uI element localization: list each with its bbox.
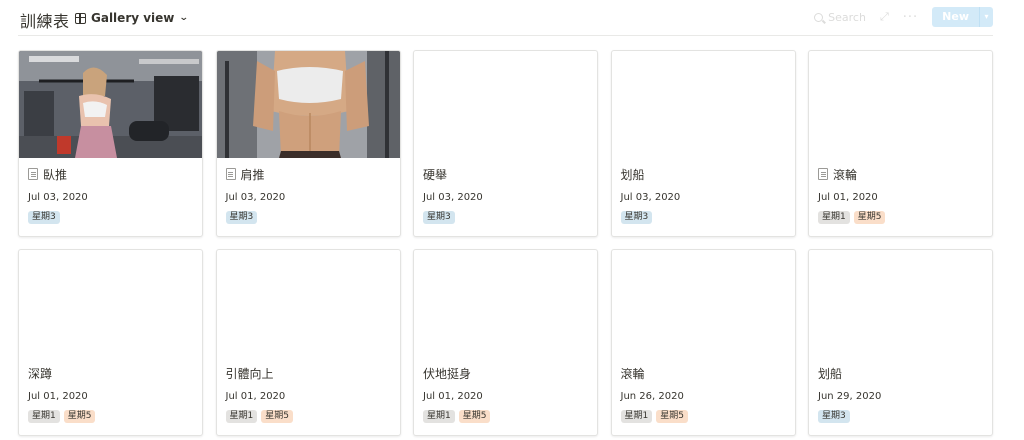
card-date: Jul 03, 2020 bbox=[28, 192, 88, 203]
gallery-card[interactable]: 深蹲 Jul 01, 2020 星期1 星期5 bbox=[18, 249, 203, 436]
card-title: 臥推 bbox=[28, 165, 67, 183]
card-title: 深蹲 bbox=[28, 364, 52, 382]
card-date: Jul 03, 2020 bbox=[225, 192, 286, 203]
database-title[interactable]: 訓練表 bbox=[20, 8, 70, 32]
card-cover-image bbox=[19, 51, 202, 158]
card-title: 划船 bbox=[621, 165, 645, 183]
database-header: 訓練表 Gallery view ⌄ Search ⤢ ··· New ▾ bbox=[18, 0, 993, 36]
card-title: 伏地挺身 bbox=[423, 364, 471, 382]
card-date: Jul 01, 2020 bbox=[28, 391, 88, 402]
card-tags: 星期1 星期5 bbox=[225, 410, 293, 423]
new-button-label[interactable]: New bbox=[932, 7, 979, 27]
tag-badge: 星期5 bbox=[656, 410, 688, 423]
gallery-card[interactable]: 引體向上 Jul 01, 2020 星期1 星期5 bbox=[215, 249, 401, 436]
toolbar: Search ⤢ ··· New ▾ bbox=[814, 7, 993, 27]
tag-badge: 星期5 bbox=[853, 211, 886, 224]
tag-badge: 星期1 bbox=[423, 410, 455, 423]
card-title-text: 滾輪 bbox=[620, 366, 645, 381]
gallery-icon bbox=[75, 12, 86, 24]
chevron-down-icon: ⌄ bbox=[179, 13, 190, 23]
card-title: 滾輪 bbox=[818, 165, 857, 183]
card-title-text: 引體向上 bbox=[225, 366, 274, 381]
card-tags: 星期1 星期5 bbox=[423, 410, 491, 423]
page-icon bbox=[28, 168, 38, 180]
tag-badge: 星期5 bbox=[261, 410, 293, 423]
tag-badge: 星期1 bbox=[818, 211, 850, 224]
card-date: Jul 01, 2020 bbox=[818, 192, 878, 203]
gallery-card[interactable]: 划船 Jun 29, 2020 星期3 bbox=[808, 249, 993, 436]
page-icon bbox=[225, 168, 236, 180]
card-title-text: 深蹲 bbox=[28, 366, 53, 381]
card-title: 滾輪 bbox=[621, 364, 645, 382]
card-cover-image bbox=[216, 51, 400, 158]
card-date: Jul 01, 2020 bbox=[423, 391, 483, 402]
card-tags: 星期1 星期5 bbox=[620, 410, 688, 423]
gallery-card[interactable]: 肩推 Jul 03, 2020 星期3 bbox=[215, 50, 401, 237]
card-date: Jun 26, 2020 bbox=[620, 391, 684, 402]
tag-badge: 星期3 bbox=[818, 410, 850, 423]
tag-badge: 星期1 bbox=[620, 410, 653, 423]
card-date: Jun 29, 2020 bbox=[818, 391, 882, 402]
card-tags: 星期3 bbox=[620, 211, 653, 224]
tag-badge: 星期1 bbox=[225, 410, 258, 423]
card-title-text: 划船 bbox=[620, 167, 645, 182]
tag-badge: 星期5 bbox=[458, 410, 491, 423]
card-title-text: 滾輪 bbox=[833, 167, 858, 182]
card-tags: 星期1 星期5 bbox=[818, 211, 886, 224]
card-title: 划船 bbox=[818, 364, 842, 382]
gallery-card[interactable]: 硬舉 Jul 03, 2020 星期3 bbox=[413, 50, 598, 237]
card-tags: 星期3 bbox=[423, 211, 455, 224]
tag-badge: 星期5 bbox=[63, 410, 96, 423]
search-button[interactable]: Search bbox=[814, 11, 866, 24]
tag-badge: 星期3 bbox=[28, 211, 60, 224]
card-title-text: 臥推 bbox=[43, 167, 68, 182]
search-icon bbox=[814, 12, 824, 22]
card-title: 肩推 bbox=[225, 165, 265, 183]
page-icon bbox=[818, 168, 828, 180]
search-label: Search bbox=[828, 10, 866, 24]
card-title: 硬舉 bbox=[423, 165, 447, 183]
card-date: Jul 01, 2020 bbox=[225, 391, 286, 402]
tag-badge: 星期3 bbox=[423, 211, 455, 224]
card-tags: 星期3 bbox=[225, 211, 258, 224]
view-label: Gallery view bbox=[91, 11, 175, 25]
new-dropdown-chevron-icon[interactable]: ▾ bbox=[979, 7, 993, 27]
card-title: 引體向上 bbox=[226, 364, 274, 382]
gallery-card[interactable]: 划船 Jul 03, 2020 星期3 bbox=[610, 50, 796, 237]
gallery-card[interactable]: 伏地挺身 Jul 01, 2020 星期1 星期5 bbox=[413, 249, 598, 436]
card-date: Jul 03, 2020 bbox=[620, 192, 681, 203]
new-button: New ▾ bbox=[932, 7, 993, 27]
expand-icon[interactable]: ⤢ bbox=[880, 10, 889, 24]
card-tags: 星期3 bbox=[818, 410, 850, 423]
gallery-grid: 臥推 Jul 03, 2020 星期3 肩推 Jul 03, 2020 星期3 硬舉 Jul… bbox=[18, 50, 993, 436]
card-title-text: 伏地挺身 bbox=[423, 366, 472, 381]
card-title-text: 肩推 bbox=[240, 167, 265, 182]
card-tags: 星期3 bbox=[28, 211, 60, 224]
card-tags: 星期1 星期5 bbox=[28, 410, 96, 423]
tag-badge: 星期1 bbox=[28, 410, 60, 423]
gallery-card[interactable]: 臥推 Jul 03, 2020 星期3 bbox=[18, 50, 203, 237]
card-title-text: 硬舉 bbox=[423, 167, 448, 182]
more-options-icon[interactable]: ··· bbox=[903, 10, 918, 25]
tag-badge: 星期3 bbox=[225, 211, 258, 224]
tag-badge: 星期3 bbox=[620, 211, 653, 224]
gallery-card[interactable]: 滾輪 Jun 26, 2020 星期1 星期5 bbox=[610, 249, 796, 436]
gallery-card[interactable]: 滾輪 Jul 01, 2020 星期1 星期5 bbox=[808, 50, 993, 237]
view-switcher[interactable]: Gallery view ⌄ bbox=[75, 9, 190, 27]
card-title-text: 划船 bbox=[818, 366, 843, 381]
card-date: Jul 03, 2020 bbox=[423, 192, 483, 203]
